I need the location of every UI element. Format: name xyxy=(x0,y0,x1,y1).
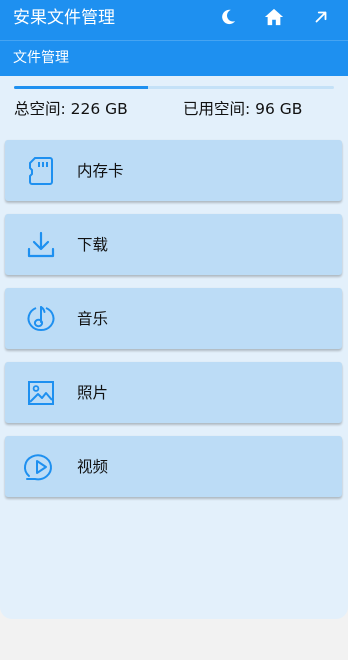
open-external-button[interactable] xyxy=(309,8,333,30)
category-label: 视频 xyxy=(77,458,109,476)
category-label: 内存卡 xyxy=(77,162,124,180)
content-panel: 总空间: 226 GB 已用空间: 96 GB 内存卡 下载 音乐 照片 视频 xyxy=(0,76,348,619)
storage-progress-fill xyxy=(14,86,149,89)
sub-header: 文件管理 xyxy=(0,40,348,76)
arrow-up-right-icon xyxy=(312,8,330,30)
category-sd-card[interactable]: 内存卡 xyxy=(5,140,342,201)
storage-progress-bar xyxy=(14,86,334,89)
category-label: 照片 xyxy=(77,384,109,402)
home-icon xyxy=(263,7,285,31)
home-button[interactable] xyxy=(262,8,286,30)
category-label: 音乐 xyxy=(77,310,109,328)
download-icon xyxy=(23,228,59,262)
moon-icon xyxy=(218,7,238,31)
category-download[interactable]: 下载 xyxy=(5,214,342,275)
total-space-label: 总空间: 226 GB xyxy=(14,100,128,118)
category-label: 下载 xyxy=(77,236,109,254)
video-icon xyxy=(23,450,59,484)
category-music[interactable]: 音乐 xyxy=(5,288,342,349)
app-root: 安果文件管理 文件管理 总空间: 226 GB 已用空间: 96 GB 内存卡 … xyxy=(0,0,348,660)
app-bar: 安果文件管理 xyxy=(0,0,348,40)
sd-card-icon xyxy=(23,154,59,188)
used-space-label: 已用空间: 96 GB xyxy=(183,100,303,118)
theme-toggle-button[interactable] xyxy=(216,8,240,30)
category-photos[interactable]: 照片 xyxy=(5,362,342,423)
category-video[interactable]: 视频 xyxy=(5,436,342,497)
app-title: 安果文件管理 xyxy=(13,8,115,28)
section-title: 文件管理 xyxy=(13,50,69,66)
image-icon xyxy=(23,376,59,410)
music-icon xyxy=(23,302,59,336)
